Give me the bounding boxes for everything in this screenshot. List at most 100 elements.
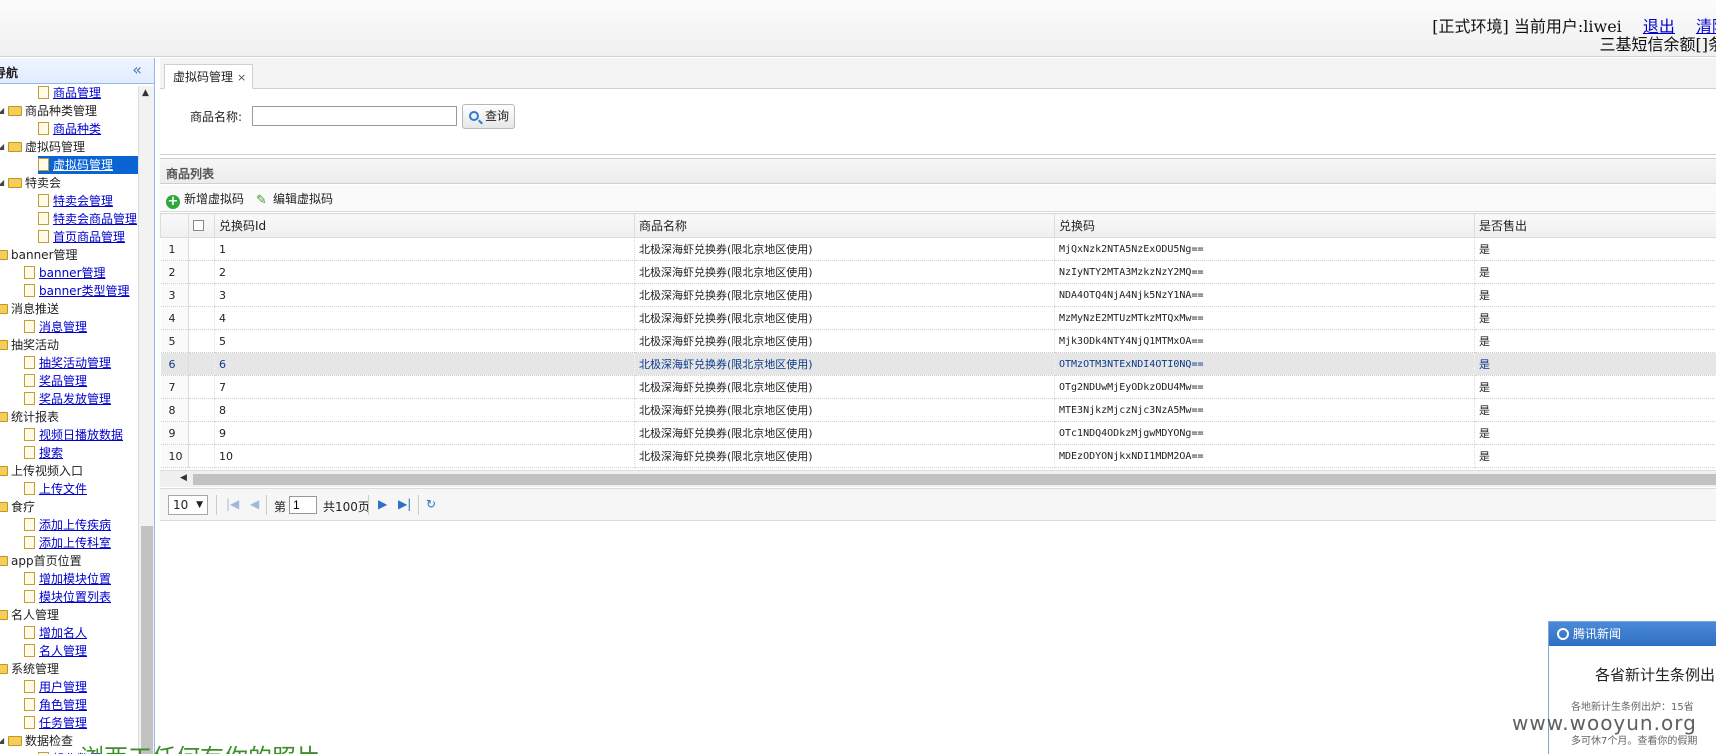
first-page-icon[interactable]: |◀ [226,497,239,511]
column-header-name[interactable]: 商品名称 [634,213,1055,238]
tree-leaf[interactable]: 用户管理 [24,678,87,696]
tree-leaf[interactable]: banner管理 [24,264,106,282]
tree-folder[interactable]: ◢抽奖活动 [0,336,59,354]
sidebar-scroll-thumb[interactable] [141,526,153,754]
tree-folder[interactable]: ◢ 商品种类管理 [0,102,97,120]
column-header-id[interactable]: 兑换码Id [214,213,635,238]
table-row[interactable]: 6 6 北极深海虾兑换券(限北京地区使用) OTMzOTM3NTExNDI4OTI0N… [160,352,1716,376]
tree-leaf[interactable]: 增加名人 [24,624,87,642]
tree-folder[interactable]: ◢app首页位置 [0,552,82,570]
tree-folder[interactable]: ◢系统管理 [0,660,59,678]
next-page-icon[interactable]: ▶ [378,497,387,511]
page-size-select[interactable]: 10 ▼ [168,495,208,515]
file-icon [24,428,35,441]
tab-virtual-code[interactable]: 虚拟码管理 × [164,64,254,89]
tree-leaf[interactable]: 消息管理 [24,318,87,336]
table-row[interactable]: 5 5 北极深海虾兑换券(限北京地区使用) Mjk3ODk4NTY4NjQ1MTMxO… [160,329,1716,353]
last-page-icon[interactable]: ▶| [398,497,411,511]
tree-leaf[interactable]: 添加上传疾病 [24,516,111,534]
file-icon [24,680,35,693]
table-row[interactable]: 3 3 北极深海虾兑换券(限北京地区使用) NDA4OTQ4NjA4Njk5NzY1N… [160,283,1716,307]
tree-folder[interactable]: ◢ 数据检查 [0,732,73,750]
tree-leaf[interactable]: 上传文件 [24,480,87,498]
edit-virtual-code-button[interactable]: ✎ 编辑虚拟码 [256,190,333,208]
table-row[interactable]: 8 8 北极深海虾兑换券(限北京地区使用) MTE3NjkzMjczNjc3NzA5M… [160,398,1716,422]
scroll-left-arrow-icon[interactable]: ◀ [180,473,187,483]
row-number: 7 [160,375,189,399]
expand-arrow-icon[interactable]: ◢ [0,174,8,192]
file-icon [24,392,35,405]
prev-page-icon[interactable]: ◀ [250,497,259,511]
query-button[interactable]: 查询 [462,104,515,129]
nav-tree: 商品管理◢商品种类管理商品种类◢虚拟码管理虚拟码管理◢特卖会特卖会管理特卖会商品… [0,86,138,754]
add-virtual-code-button[interactable]: + 新增虚拟码 [166,190,244,209]
page-number-input[interactable] [289,496,317,514]
row-number: 4 [160,306,189,330]
tree-leaf[interactable]: 增加模块位置 [24,570,111,588]
tree-leaf[interactable]: 商品管理 [38,86,101,102]
column-header-sold[interactable]: 是否售出 [1474,213,1716,238]
tree-leaf[interactable]: 名人管理 [24,642,87,660]
tree-leaf[interactable]: 模块位置列表 [24,588,111,606]
folder-icon [0,556,8,566]
expand-arrow-icon[interactable]: ◢ [0,732,8,750]
sidebar-scrollbar[interactable]: ▲ [138,86,154,754]
tree-leaf[interactable]: 虚拟码管理 [38,156,138,174]
tree-leaf[interactable]: 特卖会商品管理 [38,210,137,228]
tree-folder[interactable]: ◢ 特卖会 [0,174,61,192]
tree-leaf[interactable]: 搜索 [24,444,63,462]
search-icon [469,111,479,121]
tree-folder[interactable]: ◢名人管理 [0,606,59,624]
expand-arrow-icon[interactable]: ◢ [0,138,8,156]
tree-leaf[interactable]: 奖品管理 [24,372,87,390]
tree-folder[interactable]: ◢ 虚拟码管理 [0,138,85,156]
tree-folder[interactable]: ◢上传视频入口 [0,462,83,480]
cell-product-name: 北极深海虾兑换券(限北京地区使用) [634,329,1055,353]
scroll-up-arrow-icon[interactable]: ▲ [142,88,149,98]
tree-leaf-label: 添加上传科室 [39,536,112,550]
column-header-code[interactable]: 兑换码 [1054,213,1475,238]
row-select-cell [188,329,215,353]
file-icon [24,356,35,369]
table-row[interactable]: 2 2 北极深海虾兑换券(限北京地区使用) NzIyNTY2MTA3MzkzNzY2M… [160,260,1716,284]
grid-horizontal-scrollbar[interactable]: ◀ [160,470,1716,487]
table-row[interactable]: 9 9 北极深海虾兑换券(限北京地区使用) OTc1NDQ4ODkzMjgwMDYON… [160,421,1716,445]
tree-leaf[interactable]: banner类型管理 [24,282,130,300]
tree-folder[interactable]: ◢消息推送 [0,300,59,318]
refresh-icon[interactable]: ↻ [426,497,436,511]
folder-icon [8,142,22,152]
tree-leaf[interactable]: 抽奖活动管理 [24,354,111,372]
tree-leaf[interactable]: 视频日播放数据 [24,426,123,444]
row-select-cell [188,352,215,376]
tree-leaf[interactable]: 首页商品管理 [38,228,125,246]
news-brand: 腾讯新闻 [1573,627,1622,641]
grid-title-bar: 商品列表 [160,158,1716,184]
query-button-label: 查询 [485,109,510,123]
expand-arrow-icon[interactable]: ◢ [0,102,8,120]
table-row[interactable]: 4 4 北极深海虾兑换券(限北京地区使用) MzMyNzE2MTUzMTkzMTQxM… [160,306,1716,330]
row-select-cell [188,260,215,284]
grid-scroll-thumb[interactable] [193,474,1716,485]
tree-leaf[interactable]: 添加上传科室 [24,534,111,552]
select-all-checkbox[interactable] [193,219,204,231]
tree-folder[interactable]: ◢banner管理 [0,246,78,264]
file-icon [38,230,49,243]
tree-folder-label: 系统管理 [11,662,60,676]
tree-folder[interactable]: ◢食疗 [0,498,35,516]
product-name-input[interactable] [252,106,457,126]
tree-leaf[interactable]: 奖品发放管理 [24,390,111,408]
news-headline[interactable]: 各省新计生条例出 [1595,664,1715,685]
tree-folder[interactable]: ◢统计报表 [0,408,59,426]
collapse-sidebar-icon[interactable]: « [132,60,142,79]
table-row[interactable]: 1 1 北极深海虾兑换券(限北京地区使用) MjQxNzk2NTA5NzExODU5N… [160,237,1716,261]
table-row[interactable]: 10 10 北极深海虾兑换券(限北京地区使用) MDEzODYONjkxNDI1MDM… [160,444,1716,468]
tree-leaf[interactable]: 特卖会管理 [38,192,113,210]
add-icon: + [166,194,180,209]
table-row[interactable]: 7 7 北极深海虾兑换券(限北京地区使用) OTg2NDUwMjEyODkzODU4M… [160,375,1716,399]
file-icon [24,626,35,639]
tree-leaf[interactable]: 任务管理 [24,714,87,732]
tree-folder-label: app首页位置 [11,554,82,568]
tree-leaf[interactable]: 商品种类 [38,120,101,138]
tree-leaf[interactable]: 角色管理 [24,696,87,714]
tab-close-icon[interactable]: × [237,71,246,84]
